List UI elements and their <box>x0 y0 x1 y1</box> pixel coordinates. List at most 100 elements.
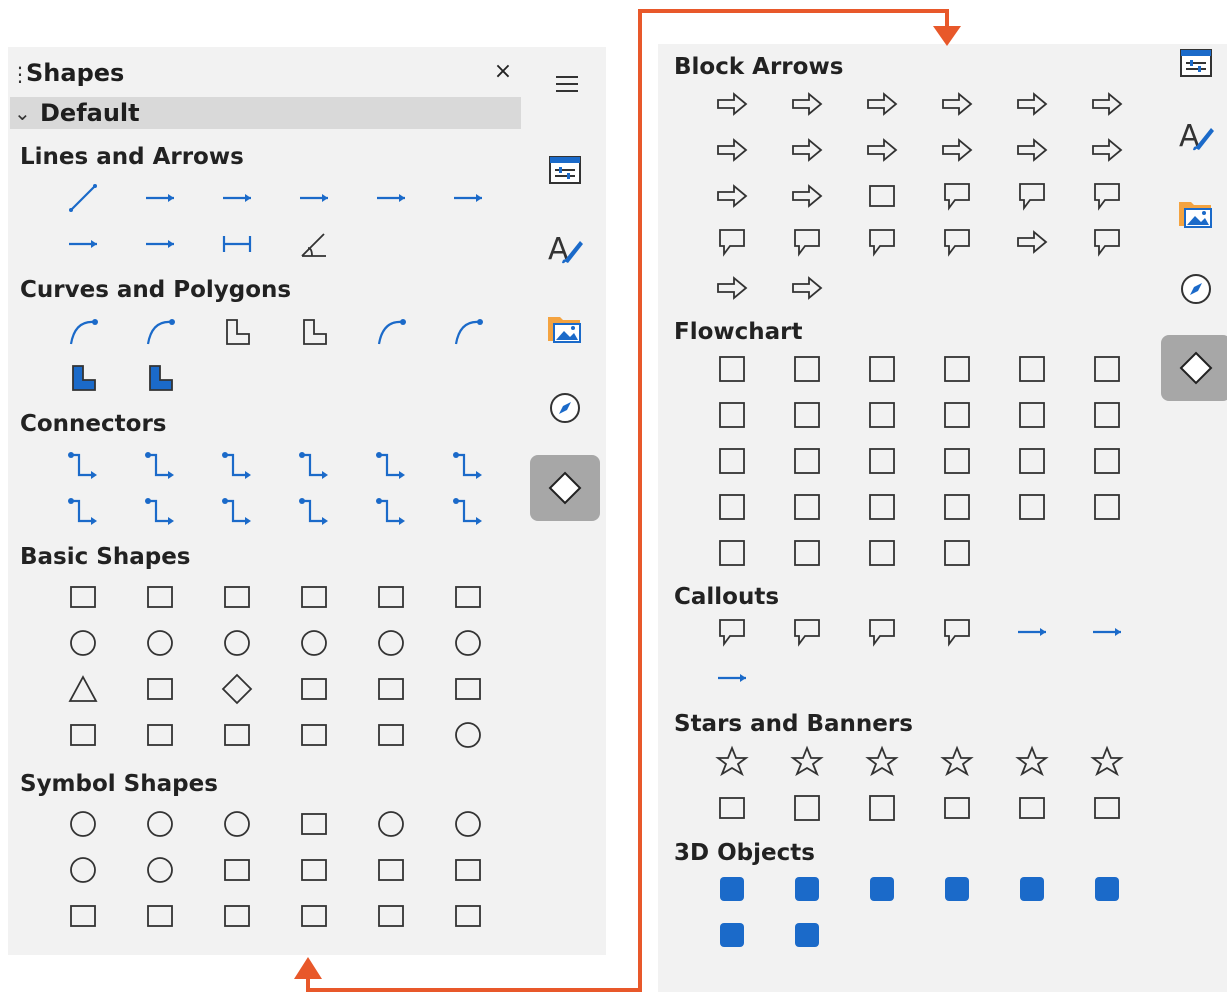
split-arrow-icon[interactable] <box>994 127 1069 173</box>
octagon-icon[interactable] <box>429 666 506 712</box>
right-arrow-icon[interactable] <box>769 81 844 127</box>
rounded-rectangle-icon[interactable] <box>121 574 198 620</box>
vertical-scroll-icon[interactable] <box>769 785 844 831</box>
connector-line-ends-icon[interactable] <box>429 442 506 488</box>
explosion-icon[interactable] <box>694 785 769 831</box>
line-callout-3-icon[interactable] <box>694 655 769 701</box>
connector-curved-both-icon[interactable] <box>352 488 429 534</box>
navigator-icon[interactable] <box>1161 256 1227 322</box>
right-bracket-icon[interactable] <box>429 847 506 893</box>
round-callout-icon[interactable] <box>844 609 919 655</box>
connector-std-arrows-icon[interactable] <box>275 442 352 488</box>
up-down-callout-icon[interactable] <box>769 219 844 265</box>
fc-direct-access-icon[interactable] <box>844 530 919 576</box>
double-brace-icon[interactable] <box>44 893 121 939</box>
sphere-3d-icon[interactable] <box>769 866 844 912</box>
fc-punched-tape-icon[interactable] <box>919 438 994 484</box>
up-arrow-icon[interactable] <box>844 81 919 127</box>
properties-icon[interactable] <box>1161 30 1227 96</box>
split-round-arrow-icon[interactable] <box>694 265 769 311</box>
cross-icon[interactable] <box>44 712 121 758</box>
arc-icon[interactable] <box>352 620 429 666</box>
line-arrow-icon[interactable] <box>121 175 198 221</box>
close-button[interactable]: × <box>491 59 515 85</box>
folded-corner-icon[interactable] <box>275 712 352 758</box>
line-circle-arrow-icon[interactable] <box>198 175 275 221</box>
horizontal-scroll-icon[interactable] <box>844 785 919 831</box>
up-right-arrow-icon[interactable] <box>694 127 769 173</box>
hexagon-icon[interactable] <box>352 666 429 712</box>
torus-3d-icon[interactable] <box>1069 866 1144 912</box>
right-triangle-icon[interactable] <box>121 666 198 712</box>
connector-line-circles-icon[interactable] <box>275 488 352 534</box>
gallery-icon[interactable] <box>530 295 600 361</box>
pyramid-3d-icon[interactable] <box>994 866 1069 912</box>
fc-magnetic-disc-icon[interactable] <box>769 530 844 576</box>
signet-icon[interactable] <box>919 785 994 831</box>
left-arrow-callout-icon[interactable] <box>994 173 1069 219</box>
polyline-filled-icon[interactable] <box>121 355 198 401</box>
ellipse-icon[interactable] <box>44 620 121 666</box>
fc-collate-icon[interactable] <box>694 484 769 530</box>
heart-icon[interactable] <box>352 801 429 847</box>
fc-predefined-icon[interactable] <box>994 346 1069 392</box>
parallelogram-icon[interactable] <box>352 574 429 620</box>
curve-filled-icon[interactable] <box>352 309 429 355</box>
fc-document-icon[interactable] <box>694 392 769 438</box>
bezier-filled-icon[interactable] <box>429 309 506 355</box>
down-arrow-callout-icon[interactable] <box>1069 219 1144 265</box>
dimension-line-icon[interactable] <box>198 221 275 267</box>
lightning-icon[interactable] <box>275 801 352 847</box>
properties-icon[interactable] <box>530 137 600 203</box>
fc-data-icon[interactable] <box>919 346 994 392</box>
left-right-arrow-icon[interactable] <box>994 81 1069 127</box>
connector-line-icon[interactable] <box>121 442 198 488</box>
fc-summing-icon[interactable] <box>994 438 1069 484</box>
octagon-circle-icon[interactable] <box>275 620 352 666</box>
cone-3d-icon[interactable] <box>919 866 994 912</box>
up-right-down-arrow-icon[interactable] <box>769 127 844 173</box>
cube-3d-icon[interactable] <box>694 866 769 912</box>
circle-icon[interactable] <box>121 620 198 666</box>
doorplate-icon[interactable] <box>994 785 1069 831</box>
square-bevel-icon[interactable] <box>275 893 352 939</box>
right-arrow-callout-icon[interactable] <box>919 173 994 219</box>
up-arrow-callout-icon[interactable] <box>1069 173 1144 219</box>
fc-preparation-icon[interactable] <box>919 392 994 438</box>
fc-display-icon[interactable] <box>919 530 994 576</box>
half-sphere-3d-icon[interactable] <box>769 912 844 958</box>
connector-std-circles-icon[interactable] <box>121 488 198 534</box>
cloud-icon[interactable] <box>44 847 121 893</box>
left-right-callout-icon[interactable] <box>694 219 769 265</box>
fc-process-icon[interactable] <box>694 346 769 392</box>
connector-std-ends-icon[interactable] <box>352 442 429 488</box>
diamond-icon[interactable] <box>198 666 275 712</box>
fc-merge-icon[interactable] <box>919 484 994 530</box>
smiley-icon[interactable] <box>44 801 121 847</box>
corner-right-arrow-icon[interactable] <box>919 127 994 173</box>
flower-icon[interactable] <box>429 801 506 847</box>
star-6-icon[interactable] <box>844 739 919 785</box>
default-group-header[interactable]: ⌄ Default <box>10 97 521 129</box>
concave-star-icon[interactable] <box>1069 785 1144 831</box>
curve-icon[interactable] <box>44 309 121 355</box>
cylinder-icon[interactable] <box>121 712 198 758</box>
moon-icon[interactable] <box>198 801 275 847</box>
up-right-callout-icon[interactable] <box>844 219 919 265</box>
double-bracket-icon[interactable] <box>275 847 352 893</box>
star-4-icon[interactable] <box>694 739 769 785</box>
shapes-icon[interactable] <box>530 455 600 521</box>
bezier-icon[interactable] <box>121 309 198 355</box>
fc-connector-icon[interactable] <box>694 438 769 484</box>
fc-card-icon[interactable] <box>844 438 919 484</box>
fc-stored-data-icon[interactable] <box>994 484 1069 530</box>
puzzle-icon[interactable] <box>198 847 275 893</box>
polygon-filled-icon[interactable] <box>44 355 121 401</box>
fc-sort-icon[interactable] <box>769 484 844 530</box>
rect-callout-icon[interactable] <box>694 609 769 655</box>
notched-right-arrow-icon[interactable] <box>694 173 769 219</box>
styles-icon[interactable]: A <box>1161 102 1227 168</box>
fc-offpage-icon[interactable] <box>769 438 844 484</box>
line-square-arrow-icon[interactable] <box>275 175 352 221</box>
fc-manual-input-icon[interactable] <box>994 392 1069 438</box>
